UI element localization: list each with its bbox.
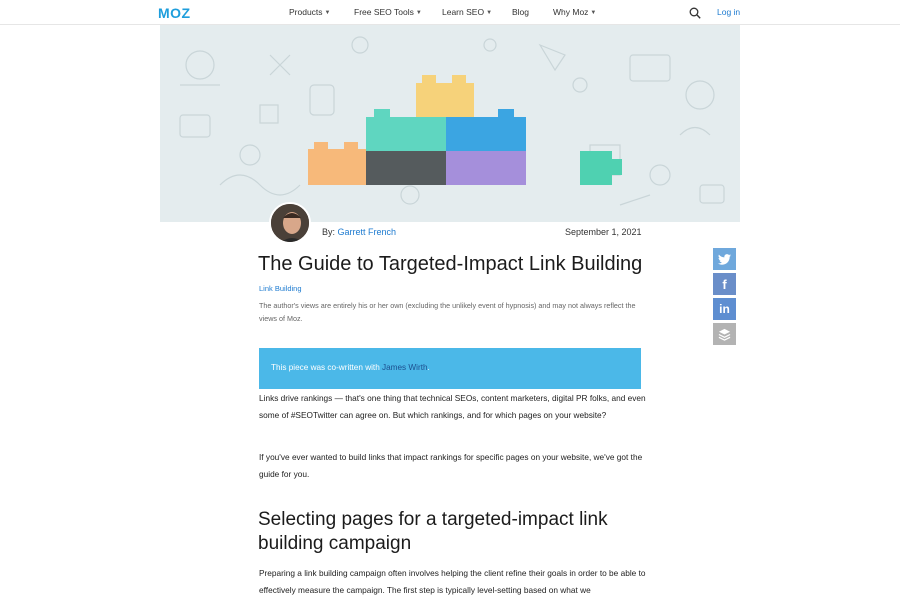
chevron-down-icon: ▼	[486, 10, 493, 16]
category-link[interactable]: Link Building	[259, 284, 302, 293]
article-paragraph: Preparing a link building campaign often…	[259, 568, 646, 595]
nav-item-blog[interactable]: Blog	[512, 7, 529, 17]
hero-image	[160, 25, 740, 222]
buffer-icon	[718, 328, 731, 341]
callout-prefix: This piece was co-written with	[271, 363, 380, 372]
byline: By: Garrett French	[322, 227, 396, 237]
search-icon[interactable]	[689, 7, 701, 19]
publish-date: September 1, 2021	[565, 227, 642, 237]
nav-item-free-seo-tools[interactable]: Free SEO Tools ▼	[354, 7, 422, 17]
article-paragraph: Links drive rankings — that's one thing …	[259, 393, 646, 420]
chevron-down-icon: ▼	[590, 10, 597, 16]
article-title: The Guide to Targeted-Impact Link Buildi…	[258, 253, 643, 275]
nav-item-why-moz[interactable]: Why Moz ▼	[553, 7, 596, 17]
moz-logo[interactable]: MOZ	[158, 5, 191, 21]
nav-item-label: Blog	[512, 7, 530, 17]
nav-item-products[interactable]: Products ▼	[289, 7, 331, 17]
login-link[interactable]: Log in	[717, 7, 740, 17]
chevron-down-icon: ▼	[415, 10, 422, 16]
section-heading: Selecting pages for a targeted-impact li…	[258, 509, 608, 554]
chevron-down-icon: ▼	[324, 10, 331, 16]
author-disclaimer: The author's views are entirely his or h…	[259, 301, 636, 323]
co-author-callout: This piece was co-written with James Wir…	[259, 348, 641, 389]
share-facebook-button[interactable]: f	[713, 273, 736, 295]
facebook-icon: f	[722, 276, 727, 292]
nav-item-label: Products	[289, 7, 323, 17]
author-link[interactable]: Garrett French	[338, 227, 397, 237]
article-paragraph: If you've ever wanted to build links tha…	[259, 452, 643, 479]
twitter-icon	[718, 253, 731, 265]
co-author-link[interactable]: James Wirth	[382, 363, 428, 372]
nav-item-label: Why Moz	[553, 7, 589, 17]
nav-item-label: Free SEO Tools	[354, 7, 414, 17]
author-photo	[271, 204, 309, 242]
nav-item-learn-seo[interactable]: Learn SEO ▼	[442, 7, 492, 17]
author-avatar[interactable]	[269, 202, 311, 244]
callout-suffix: .	[427, 363, 430, 372]
share-twitter-button[interactable]	[713, 248, 736, 270]
share-linkedin-button[interactable]: in	[713, 298, 736, 320]
linkedin-icon: in	[719, 302, 730, 316]
top-navigation: MOZ Products ▼ Free SEO Tools ▼ Learn SEO ▼…	[0, 0, 900, 25]
share-buffer-button[interactable]	[713, 323, 736, 345]
callout-text: This piece was co-written with James Wir…	[271, 363, 430, 372]
lego-bricks-illustration	[179, 36, 725, 206]
nav-item-label: Learn SEO	[442, 7, 485, 17]
byline-prefix: By:	[322, 227, 336, 237]
